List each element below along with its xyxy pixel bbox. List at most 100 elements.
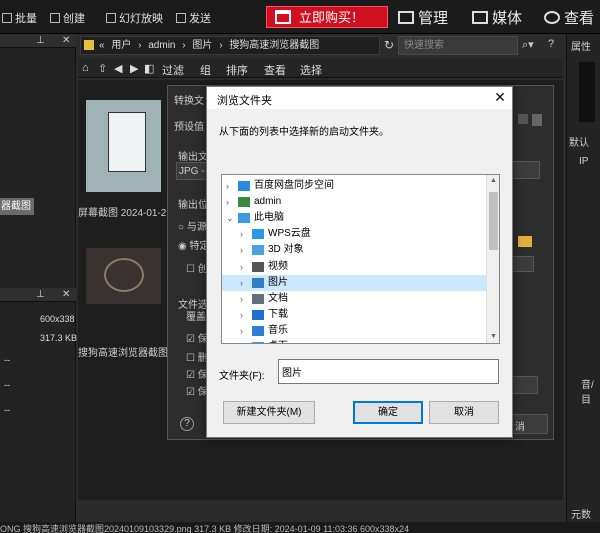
chevron-right-icon[interactable]: › bbox=[226, 178, 234, 194]
up-icon[interactable]: ⇧ bbox=[98, 62, 107, 75]
slideshow-icon bbox=[106, 13, 116, 23]
help-icon[interactable]: ? bbox=[548, 38, 554, 50]
folder-field[interactable]: 图片 bbox=[278, 359, 499, 384]
create-button[interactable]: 创建 bbox=[50, 10, 85, 26]
cube-icon bbox=[252, 245, 264, 256]
tree-item-label: 3D 对象 bbox=[268, 244, 304, 256]
chevron-right-icon[interactable]: › bbox=[240, 307, 248, 323]
tree-item[interactable]: › 桌面 bbox=[222, 339, 487, 343]
tree-item[interactable]: › 图片 bbox=[222, 274, 487, 291]
cloud-sync-icon bbox=[238, 181, 250, 191]
tab-manage[interactable]: 管理 bbox=[398, 7, 448, 28]
thumbnail-image[interactable] bbox=[86, 100, 161, 192]
folders-panel-header: ⊥ ✕ bbox=[0, 34, 76, 48]
keep-checkbox-3[interactable]: ☑ 保 bbox=[186, 383, 208, 398]
cancel-button[interactable]: 消 bbox=[508, 414, 548, 434]
close-icon[interactable]: ✕ bbox=[62, 35, 70, 46]
tree-item[interactable]: › 下载 bbox=[222, 307, 487, 323]
tree-item[interactable]: › 文档 bbox=[222, 291, 487, 307]
tree-item-label: 图片 bbox=[268, 276, 288, 288]
forward-icon[interactable]: ▶ bbox=[130, 62, 138, 75]
chevron-down-icon[interactable]: ⌄ bbox=[226, 210, 234, 226]
tree-item[interactable]: › WPS云盘 bbox=[222, 226, 487, 242]
slideshow-button[interactable]: 幻灯放映 bbox=[106, 10, 163, 26]
pin-icon[interactable]: ⊥ bbox=[36, 289, 45, 300]
radio-specific-folder[interactable]: ◉ 特定 bbox=[178, 237, 210, 252]
keep-checkbox-2[interactable]: ☑ 保 bbox=[186, 366, 208, 381]
tree-item-label: WPS云盘 bbox=[268, 228, 311, 240]
tree-item[interactable]: › 3D 对象 bbox=[222, 242, 487, 258]
home-icon[interactable]: ⌂ bbox=[82, 62, 89, 74]
selected-folder-item[interactable]: 器截图 bbox=[0, 198, 34, 215]
trash-icon[interactable] bbox=[532, 114, 542, 126]
chevron-right-icon[interactable]: › bbox=[240, 226, 248, 242]
delete-checkbox[interactable]: ☐ 删 bbox=[186, 349, 208, 364]
preset-delete-icon[interactable] bbox=[518, 114, 528, 124]
cancel-button[interactable]: 取消 bbox=[429, 401, 499, 424]
default-label[interactable]: 默认 bbox=[569, 134, 589, 149]
tree-item-label: 文档 bbox=[268, 292, 288, 304]
tree-item[interactable]: › admin bbox=[222, 194, 487, 210]
close-icon[interactable]: ✕ bbox=[62, 289, 70, 300]
format-select[interactable]: JPG - J bbox=[176, 162, 212, 180]
breadcrumb-item[interactable]: admin bbox=[148, 40, 175, 51]
help-icon[interactable]: ? bbox=[180, 417, 194, 431]
breadcrumb-item[interactable]: 搜狗高速浏览器截图 bbox=[229, 40, 319, 51]
new-folder-button[interactable]: 新建文件夹(M) bbox=[223, 401, 315, 424]
tab-media[interactable]: 媒体 bbox=[472, 7, 522, 28]
create-checkbox[interactable]: ☐ 创 bbox=[186, 260, 208, 275]
dialog-title: 浏览文件夹 bbox=[217, 95, 272, 107]
chevron-right-icon[interactable]: › bbox=[240, 339, 248, 343]
back-icon[interactable]: ◀ bbox=[114, 62, 122, 75]
download-icon bbox=[252, 309, 264, 320]
chevron-right-icon[interactable]: › bbox=[240, 259, 248, 275]
breadcrumb-item[interactable]: 图片 bbox=[192, 40, 212, 51]
filter-menu[interactable]: 过滤 bbox=[162, 62, 184, 78]
tree-scrollbar[interactable]: ▲ ▼ bbox=[486, 175, 499, 343]
chevron-right-icon[interactable]: › bbox=[240, 275, 248, 291]
tree-item[interactable]: › 视频 bbox=[222, 259, 487, 275]
tree-item-label: 音乐 bbox=[268, 324, 288, 336]
folder-tree[interactable]: › 百度网盘同步空间 › admin ⌄ 此电脑 › WPS云盘 › 3D 对象 › 视频 › 图片 › 文档… bbox=[221, 174, 500, 344]
chevron-right-icon[interactable]: › bbox=[240, 291, 248, 307]
breadcrumb-item[interactable]: 用户 bbox=[111, 40, 131, 51]
close-button[interactable]: ✕ bbox=[490, 88, 510, 106]
radio-same-as-source[interactable]: ○ 与源 bbox=[178, 218, 207, 233]
media-icon bbox=[472, 11, 488, 24]
thumbnail-image[interactable] bbox=[86, 248, 161, 304]
sort-menu[interactable]: 排序 bbox=[226, 62, 248, 78]
refresh-icon[interactable]: ↻ bbox=[384, 38, 394, 52]
scroll-down-icon[interactable]: ▼ bbox=[490, 333, 497, 340]
tab-view[interactable]: 查看 bbox=[544, 7, 594, 28]
send-button[interactable]: 发送 bbox=[176, 10, 211, 26]
select-menu[interactable]: 选择 bbox=[300, 62, 322, 78]
search-icon[interactable]: ⌕▾ bbox=[522, 38, 534, 52]
bookmark-icon[interactable]: ◧ bbox=[144, 62, 154, 75]
folder-field-label: 文件夹(F): bbox=[219, 371, 265, 382]
dialog-message: 从下面的列表中选择新的启动文件夹。 bbox=[219, 127, 389, 138]
chevron-right-icon[interactable]: › bbox=[240, 323, 248, 339]
browse-folder-icon[interactable] bbox=[518, 236, 532, 247]
tree-item[interactable]: › 音乐 bbox=[222, 323, 487, 339]
buy-now-button[interactable]: 立即购买！ bbox=[266, 6, 388, 28]
computer-icon bbox=[238, 213, 250, 224]
volume-label: 音/目 bbox=[581, 380, 594, 406]
view-menu[interactable]: 查看 bbox=[264, 62, 286, 78]
search-input[interactable]: 快速搜索 bbox=[398, 36, 518, 55]
panel-swatch bbox=[579, 62, 595, 122]
preset-label: 预设值 bbox=[174, 122, 204, 133]
scrollbar-thumb[interactable] bbox=[489, 192, 498, 250]
keep-checkbox-1[interactable]: ☑ 保 bbox=[186, 330, 208, 345]
music-icon bbox=[252, 325, 264, 336]
chevron-right-icon[interactable]: › bbox=[226, 194, 234, 210]
tree-item[interactable]: › 百度网盘同步空间 bbox=[222, 178, 487, 194]
shopping-bag-icon bbox=[275, 10, 291, 24]
breadcrumb[interactable]: « 用户 › admin › 图片 › 搜狗高速浏览器截图 bbox=[80, 36, 380, 55]
pin-icon[interactable]: ⊥ bbox=[36, 35, 45, 46]
ok-button[interactable]: 确定 bbox=[353, 401, 423, 424]
chevron-right-icon[interactable]: › bbox=[240, 242, 248, 258]
scroll-up-icon[interactable]: ▲ bbox=[490, 177, 497, 184]
tree-item[interactable]: ⌄ 此电脑 bbox=[222, 210, 487, 226]
group-menu[interactable]: 组 bbox=[200, 62, 211, 78]
batch-button[interactable]: 批量 bbox=[2, 10, 37, 26]
